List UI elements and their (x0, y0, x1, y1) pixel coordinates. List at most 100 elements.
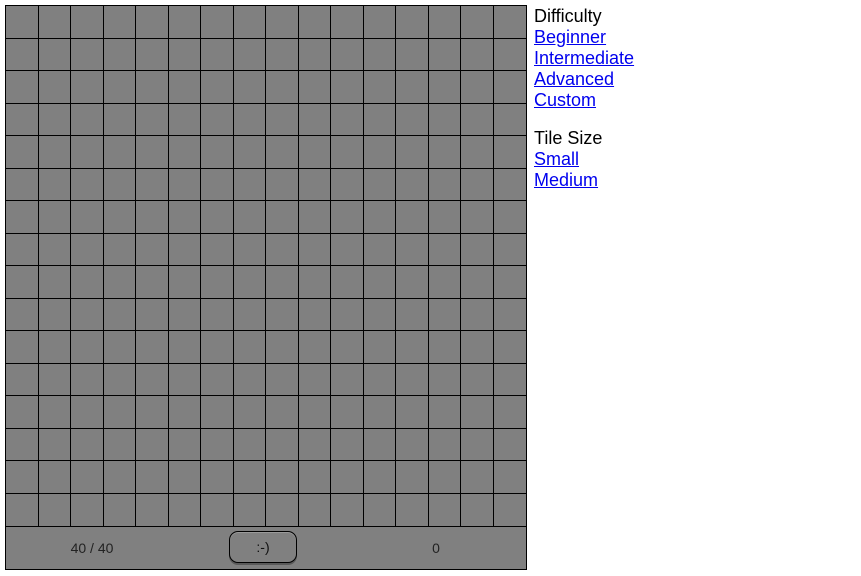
board-tile[interactable] (331, 331, 364, 364)
board-tile[interactable] (6, 38, 39, 71)
board-tile[interactable] (428, 331, 461, 364)
board-tile[interactable] (201, 38, 234, 71)
board-tile[interactable] (266, 103, 299, 136)
difficulty-beginner-link[interactable]: Beginner (534, 27, 634, 48)
board-tile[interactable] (493, 428, 526, 461)
board-tile[interactable] (233, 363, 266, 396)
board-tile[interactable] (331, 38, 364, 71)
board-tile[interactable] (461, 38, 494, 71)
board-tile[interactable] (71, 103, 104, 136)
board-tile[interactable] (6, 461, 39, 494)
board-tile[interactable] (38, 493, 71, 526)
board-tile[interactable] (428, 38, 461, 71)
board-tile[interactable] (396, 428, 429, 461)
board-tile[interactable] (201, 233, 234, 266)
board-tile[interactable] (266, 363, 299, 396)
board-tile[interactable] (201, 493, 234, 526)
board-tile[interactable] (461, 201, 494, 234)
board-tile[interactable] (233, 331, 266, 364)
board-tile[interactable] (396, 363, 429, 396)
board-tile[interactable] (396, 396, 429, 429)
board-tile[interactable] (201, 71, 234, 104)
board-tile[interactable] (103, 38, 136, 71)
board-tile[interactable] (71, 201, 104, 234)
board-tile[interactable] (6, 201, 39, 234)
board-tile[interactable] (38, 298, 71, 331)
board-tile[interactable] (103, 298, 136, 331)
board-tile[interactable] (136, 396, 169, 429)
board-tile[interactable] (6, 266, 39, 299)
board-tile[interactable] (396, 233, 429, 266)
board-tile[interactable] (428, 461, 461, 494)
board-tile[interactable] (266, 71, 299, 104)
board-tile[interactable] (493, 38, 526, 71)
board-tile[interactable] (363, 136, 396, 169)
board-tile[interactable] (396, 168, 429, 201)
board-tile[interactable] (233, 71, 266, 104)
board-tile[interactable] (233, 136, 266, 169)
board-tile[interactable] (363, 201, 396, 234)
board-tile[interactable] (331, 428, 364, 461)
board-tile[interactable] (168, 38, 201, 71)
board-tile[interactable] (298, 38, 331, 71)
board-tile[interactable] (493, 363, 526, 396)
board-tile[interactable] (428, 103, 461, 136)
board-tile[interactable] (6, 136, 39, 169)
board-tile[interactable] (493, 266, 526, 299)
board-tile[interactable] (71, 331, 104, 364)
board-tile[interactable] (363, 168, 396, 201)
board-tile[interactable] (136, 298, 169, 331)
board-tile[interactable] (428, 493, 461, 526)
board-tile[interactable] (71, 266, 104, 299)
board-tile[interactable] (233, 493, 266, 526)
board-tile[interactable] (461, 168, 494, 201)
board-tile[interactable] (233, 201, 266, 234)
board-tile[interactable] (331, 71, 364, 104)
board-tile[interactable] (71, 168, 104, 201)
board-tile[interactable] (298, 71, 331, 104)
board-tile[interactable] (103, 493, 136, 526)
board-tile[interactable] (103, 266, 136, 299)
board-tile[interactable] (136, 168, 169, 201)
board-tile[interactable] (461, 461, 494, 494)
board-tile[interactable] (428, 6, 461, 39)
board-tile[interactable] (363, 461, 396, 494)
board-tile[interactable] (168, 201, 201, 234)
board-tile[interactable] (201, 6, 234, 39)
board-tile[interactable] (331, 201, 364, 234)
board-tile[interactable] (396, 136, 429, 169)
board-tile[interactable] (38, 233, 71, 266)
board-tile[interactable] (6, 6, 39, 39)
board-tile[interactable] (38, 461, 71, 494)
board-tile[interactable] (298, 298, 331, 331)
board-tile[interactable] (396, 298, 429, 331)
board-tile[interactable] (38, 428, 71, 461)
board-tile[interactable] (428, 201, 461, 234)
board-tile[interactable] (298, 331, 331, 364)
board-tile[interactable] (103, 71, 136, 104)
board-tile[interactable] (6, 331, 39, 364)
reset-face-button[interactable]: :-) (229, 531, 297, 563)
board-tile[interactable] (493, 331, 526, 364)
board-tile[interactable] (461, 6, 494, 39)
board-tile[interactable] (493, 71, 526, 104)
board-tile[interactable] (461, 428, 494, 461)
board-tile[interactable] (331, 493, 364, 526)
board-tile[interactable] (266, 6, 299, 39)
board-tile[interactable] (6, 71, 39, 104)
board-tile[interactable] (103, 331, 136, 364)
board-tile[interactable] (71, 233, 104, 266)
board-tile[interactable] (38, 136, 71, 169)
board-tile[interactable] (266, 396, 299, 429)
board-tile[interactable] (168, 396, 201, 429)
board-tile[interactable] (136, 103, 169, 136)
tile-size-medium-link[interactable]: Medium (534, 170, 634, 191)
board-tile[interactable] (298, 363, 331, 396)
board-tile[interactable] (461, 266, 494, 299)
board-tile[interactable] (461, 136, 494, 169)
board-tile[interactable] (136, 461, 169, 494)
board-tile[interactable] (331, 298, 364, 331)
board-tile[interactable] (461, 493, 494, 526)
difficulty-advanced-link[interactable]: Advanced (534, 69, 634, 90)
board-tile[interactable] (168, 168, 201, 201)
